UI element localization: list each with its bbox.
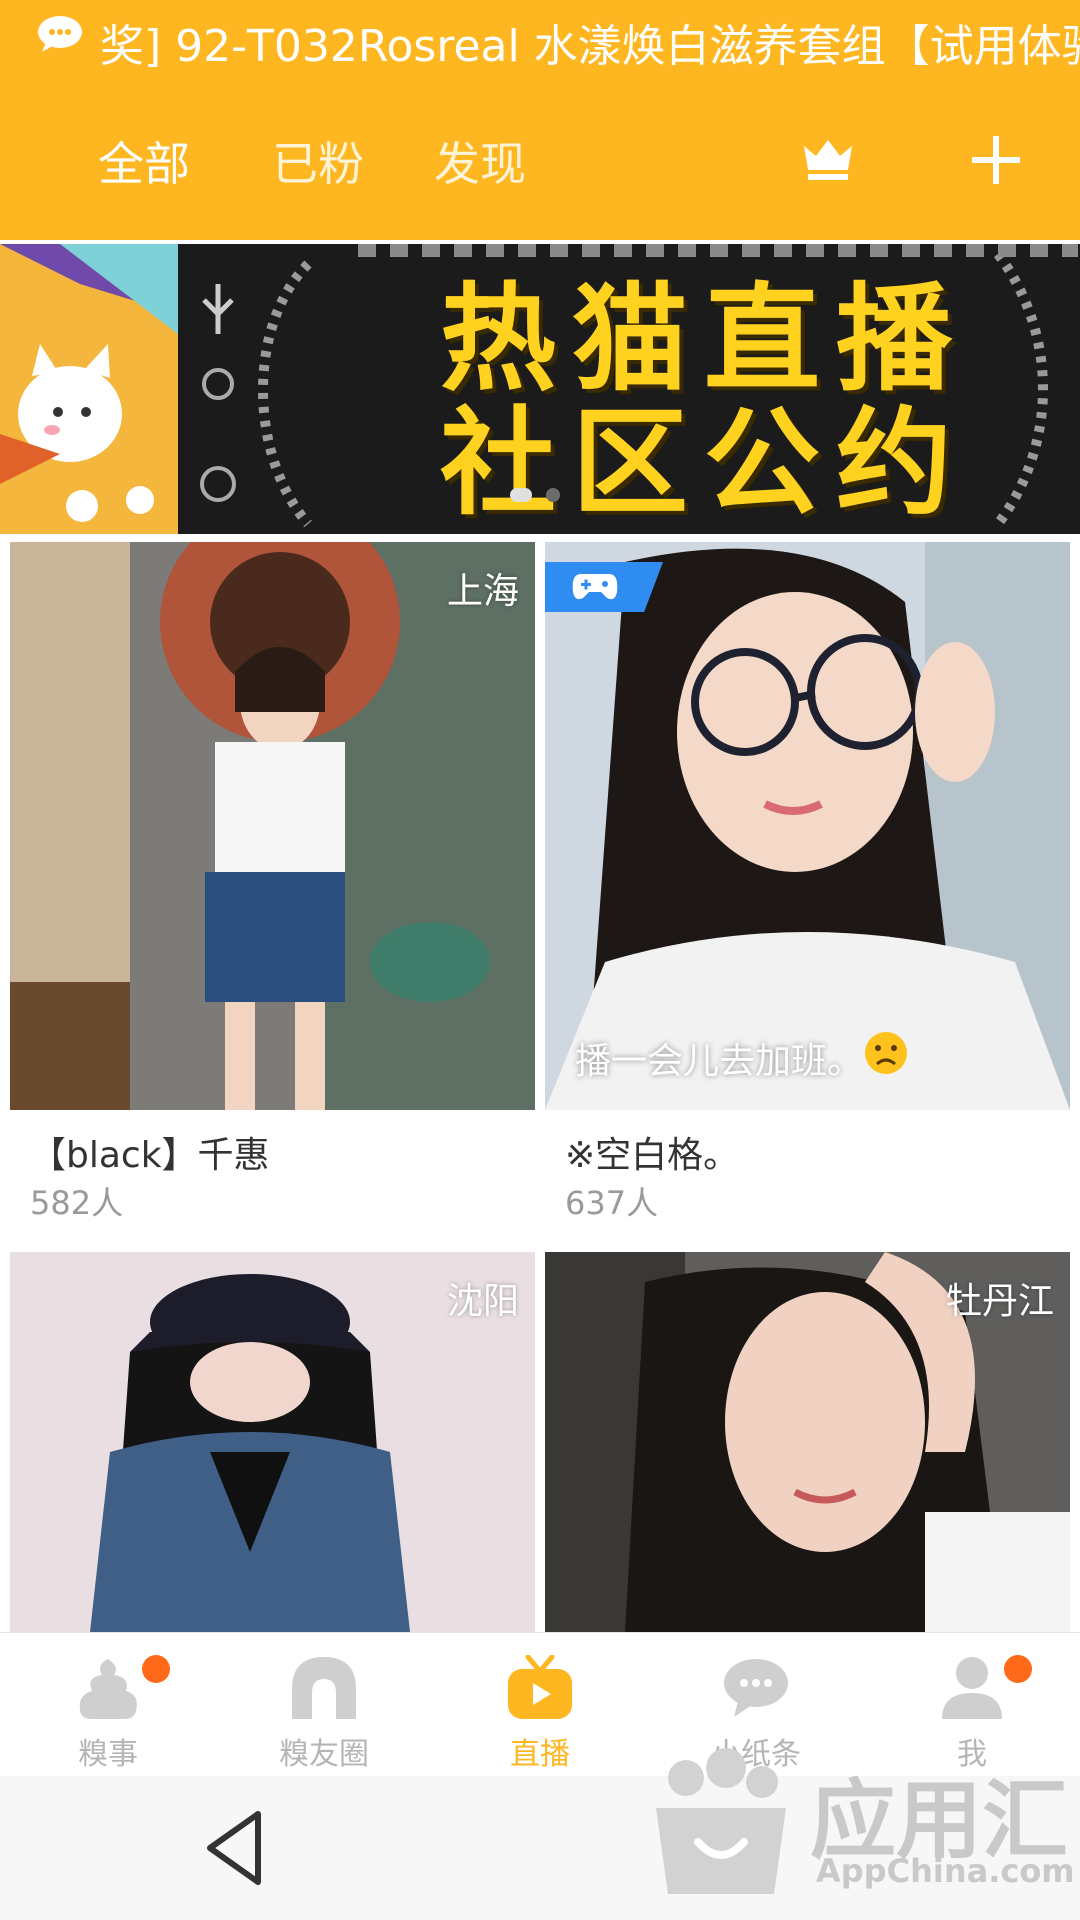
stream-thumbnail [545,542,1070,1110]
nav-label: 糗友圈 [279,1737,369,1772]
banner-page-indicator [510,488,560,502]
nav-label: 直播 [510,1737,570,1772]
stream-card[interactable]: 上海 【black】千惠 582人 [10,542,535,1222]
tv-play-icon [508,1655,572,1719]
arch-icon [292,1657,356,1719]
stream-thumbnail [10,542,535,1110]
notification-text: 奖] 92-T032Rosreal 水漾焕白滋养套组【试用体验】 [100,21,1080,72]
chat-bubble-icon [724,1659,788,1717]
stream-city: 牡丹江 [945,1281,1054,1322]
viewer-count: 582人 [30,1184,124,1222]
stream-city: 沈阳 [446,1281,519,1322]
stream-caption: 播一会儿去加班。 [575,1041,864,1082]
appchina-watermark: 应用汇 AppChina.com [640,1740,1075,1910]
stream-card[interactable]: 沈阳 [10,1252,535,1632]
tab-bar: 全部 已粉 发现 [0,120,1080,200]
gamepad-icon [572,574,618,600]
notification-dot [142,1655,170,1683]
person-icon [942,1657,1002,1719]
page-dot [510,488,532,502]
nav-label: 糗事 [78,1737,138,1772]
poop-icon [79,1659,137,1719]
tab-followed[interactable]: 已粉 [272,128,364,194]
top-header: 奖] 92-T032Rosreal 水漾焕白滋养套组【试用体验】 全部 已粉 发… [0,0,1080,240]
page-dot [546,488,560,502]
stream-city: 上海 [446,571,519,612]
banner-title-line1: 热猫直播 [440,272,968,407]
nav-item-qiushi[interactable]: 糗事 [0,1633,216,1777]
notification-bar[interactable]: 奖] 92-T032Rosreal 水漾焕白滋养套组【试用体验】 [0,0,1080,72]
stream-card[interactable]: 播一会儿去加班。 ※空白格。 637人 [545,542,1070,1222]
nav-item-live[interactable]: 直播 [432,1633,648,1777]
tab-discover[interactable]: 发现 [434,128,526,194]
appchina-logo-icon [656,1748,786,1894]
crown-icon[interactable] [800,134,856,184]
streamer-name: 【black】千惠 [30,1135,270,1176]
notification-dot [1004,1655,1032,1683]
banner-title-line2: 社区公约 [440,396,968,531]
community-banner[interactable]: 热猫直播 社区公约 [0,244,1080,534]
viewer-count: 637人 [565,1184,659,1222]
nav-item-friends[interactable]: 糗友圈 [216,1633,432,1777]
banner-cat-illustration [0,244,178,534]
tab-all[interactable]: 全部 [98,128,190,194]
chat-notification-icon [38,16,82,52]
stream-card[interactable]: 牡丹江 [545,1252,1070,1632]
plus-icon[interactable] [968,132,1024,188]
sad-emoji-icon [865,1032,907,1074]
game-badge [545,562,663,612]
streamer-name: ※空白格。 [565,1135,740,1176]
watermark-subtitle: AppChina.com [816,1852,1075,1890]
back-icon[interactable] [200,1808,270,1888]
